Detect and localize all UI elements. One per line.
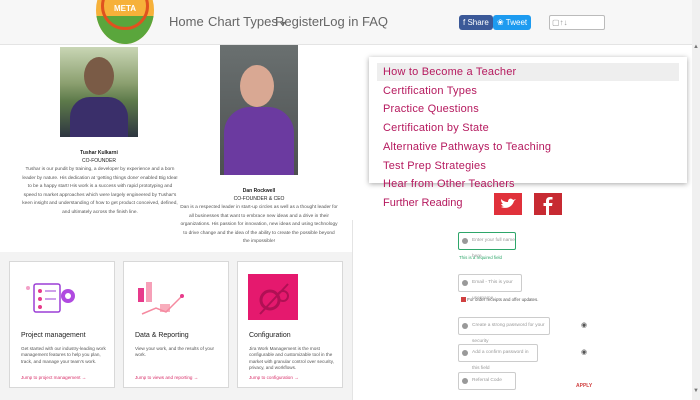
team-member-bio: Tushar is our pundit by training, a deve…: [22, 167, 178, 215]
email-field[interactable]: Email - This is your username: [458, 274, 522, 301]
tag-icon: [462, 378, 468, 384]
tushar-photo: [60, 47, 138, 137]
required-note: This is a required field: [459, 255, 502, 260]
page-scrollbar[interactable]: ▲ ▼: [692, 0, 700, 400]
further-reading-link[interactable]: Further Reading: [383, 197, 463, 209]
referral-placeholder: Referral Code: [472, 378, 502, 383]
referral-code-field[interactable]: Referral Code: [458, 372, 516, 390]
top-navigation-bar: META Home Chart Types ▾ Register Log in …: [0, 0, 700, 45]
team-member-title: CO-FOUNDER: [82, 158, 116, 164]
team-member-name: Tushar Kulkarni: [80, 150, 118, 156]
email-note-text: For order receipts and offer updates.: [467, 297, 539, 302]
nav-faq-link[interactable]: FAQ: [362, 14, 388, 29]
nav-chart-types-menu[interactable]: Chart Types ▾: [208, 14, 286, 29]
card-title: Configuration: [249, 332, 291, 339]
photo-shirt: [224, 107, 294, 175]
card-description: Jira Work Management is the most configu…: [249, 346, 334, 371]
nav-home-link[interactable]: Home: [169, 14, 204, 29]
confirm-password-field[interactable]: Add a confirm password in this field: [458, 344, 538, 371]
card-link[interactable]: Jump to configuration →: [249, 375, 299, 380]
scroll-down-icon[interactable]: ▼: [693, 388, 699, 394]
password-field[interactable]: Create a strong password for your securi…: [458, 317, 550, 344]
team-member-name: Dan Rockwell: [242, 188, 276, 194]
scroll-up-icon[interactable]: ▲: [693, 44, 699, 50]
card-title: Project management: [21, 332, 86, 339]
email-icon: [462, 280, 468, 286]
menu-item-test-prep-strategies[interactable]: Test Prep Strategies: [383, 160, 486, 172]
feature-card[interactable]: Project management Get started with our …: [9, 261, 115, 388]
feature-card[interactable]: Data & Reporting View your work, and the…: [123, 261, 229, 388]
card-link[interactable]: Jump to project management →: [21, 375, 86, 380]
show-confirm-password-icon[interactable]: ◉: [581, 348, 587, 356]
tweet-label: Tweet: [505, 18, 528, 27]
card-description: Get started with our industry-leading wo…: [21, 346, 106, 364]
nav-chart-types-label: Chart Types: [208, 14, 278, 29]
photo-shirt: [70, 97, 128, 137]
info-icon: [461, 297, 466, 303]
facebook-icon[interactable]: [534, 193, 562, 215]
search-input[interactable]: ▢↑↓: [549, 15, 605, 30]
menu-item-practice-questions[interactable]: Practice Questions: [383, 103, 479, 115]
form-divider: [352, 220, 353, 400]
user-icon: [462, 238, 468, 244]
twitter-icon[interactable]: [494, 193, 522, 215]
project-management-icon: [26, 283, 75, 313]
twitter-bird-icon: ❀: [497, 18, 506, 27]
nav-register-link[interactable]: Register: [275, 14, 323, 29]
apply-button[interactable]: APPLY: [576, 383, 592, 389]
share-label: Share: [467, 18, 489, 27]
nav-login-link[interactable]: Log in: [323, 14, 358, 29]
dan-photo: [220, 45, 298, 175]
logo-text: META: [113, 4, 137, 13]
configuration-icon: [248, 274, 298, 320]
data-reporting-icon: [138, 282, 184, 315]
feature-card[interactable]: Configuration Jira Work Management is th…: [237, 261, 343, 388]
email-note: For order receipts and offer updates.: [461, 297, 539, 303]
site-logo[interactable]: META: [96, 0, 154, 44]
photo-head: [240, 65, 274, 107]
menu-item-alternative-pathways[interactable]: Alternative Pathways to Teaching: [383, 141, 551, 153]
facebook-share-button[interactable]: f Share: [459, 15, 493, 30]
menu-item-hear-from-teachers[interactable]: Hear from Other Teachers: [383, 178, 515, 190]
menu-item-certification-types[interactable]: Certification Types: [383, 85, 477, 97]
menu-item-how-to-become-teacher[interactable]: How to Become a Teacher: [383, 66, 516, 78]
photo-head: [84, 57, 114, 95]
lock-icon: [462, 350, 468, 356]
full-name-field[interactable]: Enter your full name here: [458, 232, 516, 259]
menu-item-certification-by-state[interactable]: Certification by State: [383, 122, 489, 134]
card-description: View your work, and the results of your …: [135, 346, 215, 358]
teacher-resources-menu: How to Become a Teacher Certification Ty…: [369, 57, 687, 183]
show-password-icon[interactable]: ◉: [581, 321, 587, 329]
registration-form: [352, 220, 700, 400]
feature-cards-section: Project management Get started with our …: [0, 252, 352, 400]
lock-icon: [462, 323, 468, 329]
card-link[interactable]: Jump to views and reporting →: [135, 375, 198, 380]
team-member-title: CO-FOUNDER & CEO: [233, 196, 285, 202]
card-title: Data & Reporting: [135, 332, 189, 339]
page-root: META Home Chart Types ▾ Register Log in …: [0, 0, 700, 400]
tweet-button[interactable]: ❀ Tweet: [493, 15, 532, 30]
team-member-bio: Dan is a respected leader in start-up ci…: [180, 205, 338, 245]
